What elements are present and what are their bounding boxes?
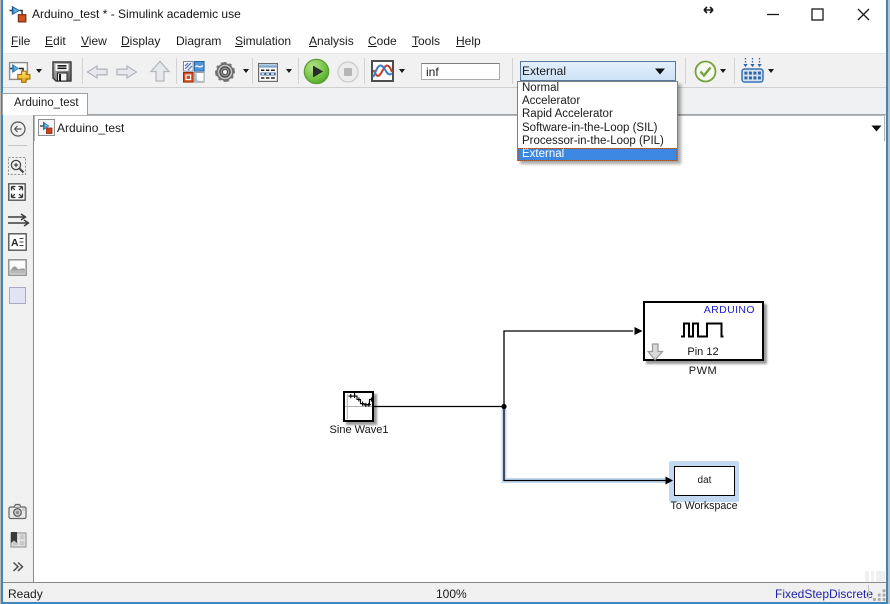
svg-text:A: A bbox=[11, 237, 19, 249]
